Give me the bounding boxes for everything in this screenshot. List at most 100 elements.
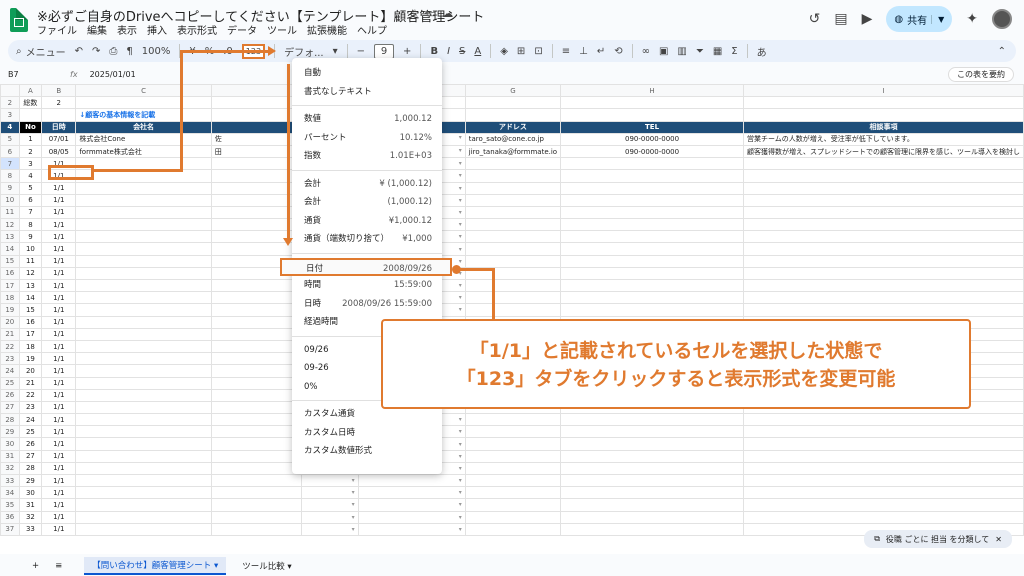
no-cell[interactable]: 30	[18, 486, 43, 500]
cell[interactable]	[743, 510, 1024, 524]
cell[interactable]	[743, 278, 1024, 293]
valign-icon[interactable]: ⊥	[579, 46, 588, 57]
no-cell[interactable]: 18	[18, 339, 43, 354]
dropdown-arrow-icon[interactable]: ▾	[459, 465, 462, 472]
name-box[interactable]: B7	[0, 70, 62, 79]
dropdown-arrow-icon[interactable]: ▾	[459, 428, 462, 435]
cell[interactable]: ▾	[301, 498, 359, 512]
cell[interactable]: ▾	[301, 473, 359, 488]
cell[interactable]	[75, 376, 212, 390]
date-cell[interactable]: 1/1	[41, 498, 77, 512]
cell[interactable]	[75, 278, 212, 293]
cell[interactable]	[743, 303, 1024, 317]
header-notes[interactable]: 相談事項	[743, 120, 1024, 134]
cell[interactable]	[743, 218, 1024, 232]
cell[interactable]	[743, 266, 1024, 281]
email-cell[interactable]: taro_sato@cone.co.jp	[464, 132, 562, 146]
cell[interactable]	[743, 181, 1024, 195]
date-cell[interactable]: 1/1	[41, 388, 77, 402]
cell[interactable]	[560, 254, 744, 268]
no-cell[interactable]: 7	[18, 205, 43, 220]
cell[interactable]	[560, 218, 744, 232]
comment-add-icon[interactable]: ▣	[659, 46, 668, 57]
date-cell[interactable]: 1/1	[41, 291, 77, 305]
date-cell[interactable]: 1/1	[41, 278, 77, 293]
cell[interactable]	[560, 291, 744, 305]
cell[interactable]: ▾	[301, 522, 359, 536]
meet-icon[interactable]: ▶	[862, 11, 873, 27]
cell[interactable]	[464, 449, 562, 463]
cell[interactable]	[75, 157, 212, 171]
cell[interactable]	[743, 425, 1024, 439]
dropdown-arrow-icon[interactable]: ▾	[352, 514, 355, 521]
no-cell[interactable]: 24	[18, 413, 43, 427]
no-cell[interactable]: 4	[18, 169, 43, 183]
row-header[interactable]: 11	[0, 205, 20, 220]
cell[interactable]	[75, 96, 212, 110]
no-cell[interactable]: 33	[18, 522, 43, 536]
row-header[interactable]: 36	[0, 510, 20, 524]
row-header[interactable]: 10	[0, 193, 20, 207]
dropdown-arrow-icon[interactable]: ▾	[459, 477, 462, 484]
move-icon[interactable]: ▭	[426, 7, 436, 20]
row-header[interactable]: 18	[0, 291, 20, 305]
input-tools-icon[interactable]: あ	[757, 44, 767, 59]
text-color-icon[interactable]: A	[474, 46, 481, 57]
cell[interactable]	[743, 230, 1024, 244]
cell[interactable]	[464, 498, 562, 512]
cell[interactable]	[743, 254, 1024, 268]
date-cell[interactable]: 1/1	[41, 254, 77, 268]
dropdown-arrow-icon[interactable]: ▾	[459, 209, 462, 216]
italic-icon[interactable]: I	[447, 46, 450, 57]
dropdown-arrow-icon[interactable]: ▾	[459, 221, 462, 228]
cell[interactable]: ▾	[357, 486, 466, 500]
cell[interactable]	[75, 388, 212, 402]
row-header[interactable]: 34	[0, 486, 20, 500]
cell[interactable]	[464, 473, 562, 488]
cell[interactable]	[75, 449, 212, 463]
cell[interactable]	[210, 510, 303, 524]
menu-item[interactable]: ヘルプ	[357, 22, 387, 37]
font-decrease-icon[interactable]: −	[357, 46, 365, 57]
share-button[interactable]: ◍ 共有 ▼	[886, 6, 953, 32]
cell[interactable]	[743, 461, 1024, 476]
cell[interactable]	[75, 400, 212, 415]
date-cell[interactable]: 1/1	[41, 181, 77, 195]
notes-cell[interactable]: 顧客獲得数が増え、スプレッドシートでの顧客管理に限界を感じ、ツール導入を検討し	[743, 144, 1024, 159]
cell[interactable]	[743, 157, 1024, 171]
cell[interactable]	[464, 303, 562, 317]
search-menus[interactable]: ⌕ メニュー	[16, 44, 66, 59]
dropdown-arrow-icon[interactable]: ▾	[459, 526, 462, 533]
no-cell[interactable]: 23	[18, 400, 43, 415]
cell[interactable]	[75, 315, 212, 329]
row-header[interactable]: 29	[0, 425, 20, 439]
cell[interactable]	[743, 473, 1024, 488]
cell[interactable]	[560, 425, 744, 439]
cell[interactable]	[560, 278, 744, 293]
cell[interactable]	[75, 510, 212, 524]
strikethrough-icon[interactable]: S	[459, 46, 465, 57]
cell[interactable]	[75, 522, 212, 536]
row-header[interactable]: 26	[0, 388, 20, 402]
date-cell[interactable]: 1/1	[41, 473, 77, 488]
cell[interactable]	[464, 254, 562, 268]
date-cell[interactable]: 1/1	[41, 205, 77, 220]
history-icon[interactable]: ↺	[809, 11, 821, 27]
row-header[interactable]: 2	[0, 96, 20, 110]
cell[interactable]	[560, 157, 744, 171]
font-select[interactable]: デフォ...	[284, 44, 324, 59]
date-cell[interactable]: 1/1	[41, 327, 77, 341]
no-cell[interactable]: 27	[18, 449, 43, 463]
cell[interactable]	[560, 96, 744, 110]
cell[interactable]	[560, 181, 744, 195]
no-cell[interactable]: 8	[18, 218, 43, 232]
dropdown-arrow-icon[interactable]: ▾	[459, 185, 462, 192]
company-cell[interactable]: formmate株式会社	[75, 144, 212, 159]
cloud-icon[interactable]: ☁	[442, 7, 453, 20]
email-cell[interactable]: jiro_tanaka@formmate.io	[464, 144, 562, 159]
cell[interactable]	[464, 230, 562, 244]
cell[interactable]	[75, 291, 212, 305]
bold-icon[interactable]: B	[430, 46, 438, 57]
comment-icon[interactable]: ▤	[834, 11, 847, 27]
cell[interactable]	[743, 169, 1024, 183]
